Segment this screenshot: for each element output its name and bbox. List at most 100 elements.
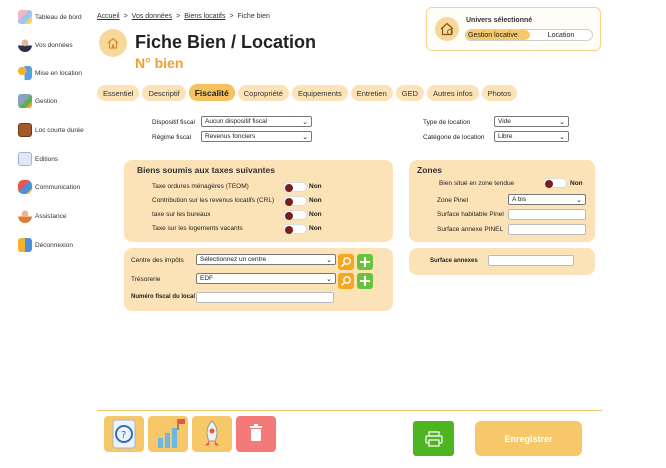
chevron-down-icon: ⌄	[302, 119, 308, 126]
surface-annexe-input[interactable]	[508, 224, 586, 235]
vacants-toggle[interactable]	[283, 224, 307, 234]
dispositif-select[interactable]: Aucun dispositif fiscal ⌄	[201, 116, 312, 127]
surface-annexe-label: Surface annexe PINEL	[437, 226, 504, 233]
tab-bar: Essentiel Descriptif Fiscalité Coproprié…	[97, 84, 517, 101]
universe-toggle[interactable]: Gestion locative Location	[465, 29, 593, 41]
tab-ged[interactable]: GED	[395, 85, 425, 101]
sidebar-item-label: Assistance	[35, 212, 67, 220]
bureaux-toggle[interactable]	[283, 210, 307, 220]
tab-autres-infos[interactable]: Autres infos	[427, 85, 479, 101]
sidebar-item-label: Tableau de bord	[35, 13, 82, 21]
tresorerie-add-button[interactable]	[357, 273, 373, 289]
zones-panel-title: Zones	[417, 165, 443, 175]
surface-habitable-label: Surface habitable Pinel	[437, 211, 504, 218]
sidebar-item-management[interactable]: Gestion	[18, 92, 57, 110]
user-icon	[18, 38, 32, 52]
vacants-label: Taxe sur les logements vacants	[152, 225, 243, 232]
sidebar-item-label: Loc courte durée	[35, 126, 84, 134]
chat-icon	[18, 180, 32, 194]
sidebar-item-support[interactable]: Assistance	[18, 207, 66, 225]
sidebar-item-editions[interactable]: Editions	[18, 150, 58, 168]
teom-state: Non	[309, 183, 322, 190]
teom-toggle[interactable]	[283, 182, 307, 192]
suitcase-icon	[18, 123, 32, 137]
sidebar-item-dashboard[interactable]: Tableau de bord	[18, 8, 82, 26]
sidebar-item-label: Gestion	[35, 97, 58, 105]
logout-icon	[18, 238, 32, 252]
zone-tendue-state: Non	[570, 180, 583, 187]
help-icon: ?	[112, 419, 136, 449]
breadcrumb-current: Fiche bien	[237, 13, 270, 20]
type-location-label: Type de location	[423, 119, 471, 126]
save-button[interactable]: Enregistrer	[475, 421, 582, 456]
tab-photos[interactable]: Photos	[481, 85, 517, 101]
dispositif-label: Dispositif fiscal	[152, 119, 195, 126]
regime-select[interactable]: Revenus fonciers ⌄	[201, 131, 312, 142]
page-subtitle: N° bien	[135, 55, 184, 71]
breadcrumb-home[interactable]: Accueil	[97, 13, 120, 20]
chevron-down-icon: ⌄	[559, 134, 565, 141]
sidebar-item-label: Déconnexion	[35, 241, 73, 249]
centre-impots-select[interactable]: Sélectionnez un centre ⌄	[196, 254, 336, 265]
sidebar-item-logout[interactable]: Déconnexion	[18, 236, 73, 254]
numero-fiscal-input[interactable]	[196, 292, 334, 303]
rocket-button[interactable]	[192, 416, 232, 452]
tab-essentiel[interactable]: Essentiel	[97, 85, 140, 101]
key-icon	[18, 66, 32, 80]
breadcrumb: Accueil > Vos données > Biens locatifs > Fiche…	[97, 13, 270, 20]
sidebar-item-data[interactable]: Vos données	[18, 36, 73, 54]
tab-copropriete[interactable]: Copropriété	[237, 85, 289, 101]
universe-label: Univers sélectionné	[466, 17, 533, 24]
print-button[interactable]	[413, 421, 454, 456]
sidebar-item-label: Vos données	[35, 41, 73, 49]
centre-add-button[interactable]	[357, 254, 373, 270]
sidebar-item-rental[interactable]: Mise en location	[18, 64, 82, 82]
chevron-down-icon: ⌄	[559, 119, 565, 126]
universe-option-location[interactable]: Location	[530, 30, 592, 40]
search-icon	[340, 257, 351, 268]
centre-search-button[interactable]	[338, 254, 354, 270]
universe-option-gestion[interactable]: Gestion locative	[466, 30, 530, 40]
sidebar-item-label: Editions	[35, 155, 59, 163]
zone-tendue-label: Bien situé en zone tendue	[439, 180, 515, 187]
plus-icon	[360, 276, 370, 286]
universe-house-icon	[435, 17, 459, 41]
surface-annexes-input[interactable]	[488, 255, 574, 266]
zone-tendue-toggle[interactable]	[543, 178, 567, 188]
sidebar-item-label: Communication	[35, 183, 81, 191]
help-button[interactable]: ?	[104, 416, 144, 452]
sidebar-item-label: Mise en location	[35, 69, 82, 77]
tab-equipements[interactable]: Equipements	[291, 85, 348, 101]
tab-entretien[interactable]: Entretien	[350, 85, 393, 101]
breadcrumb-data[interactable]: Vos données	[132, 13, 172, 20]
delete-button[interactable]	[236, 416, 276, 452]
dashboard-icon	[18, 10, 32, 24]
tresorerie-search-button[interactable]	[338, 273, 354, 289]
chevron-down-icon: ⌄	[302, 134, 308, 141]
numero-fiscal-label: Numéro fiscal du local	[131, 294, 196, 300]
type-location-select[interactable]: Vide ⌄	[494, 116, 569, 127]
tab-descriptif[interactable]: Descriptif	[142, 85, 186, 101]
sidebar-item-communication[interactable]: Communication	[18, 178, 80, 196]
sidebar-item-short-rental[interactable]: Loc courte durée	[18, 121, 84, 139]
flag-chart-icon	[158, 419, 185, 448]
support-icon	[18, 209, 32, 223]
breadcrumb-properties[interactable]: Biens locatifs	[184, 13, 225, 20]
surface-habitable-input[interactable]	[508, 209, 586, 220]
crl-toggle[interactable]	[283, 196, 307, 206]
search-icon	[340, 276, 351, 287]
chevron-down-icon: ⌄	[326, 276, 332, 283]
sidebar: Tableau de bord Vos données Mise en loca…	[0, 0, 92, 468]
centre-impots-label: Centre des impôts	[131, 257, 184, 264]
categorie-select[interactable]: Libre ⌄	[494, 131, 569, 142]
page-title: Fiche Bien / Location	[135, 32, 317, 52]
tresorerie-select[interactable]: EDF ⌄	[196, 273, 336, 284]
surface-annexes-label: Surface annexes	[430, 258, 478, 264]
tab-fiscalite[interactable]: Fiscalité	[188, 84, 235, 101]
zone-pinel-select[interactable]: A bis ⌄	[508, 194, 586, 205]
plus-icon	[360, 257, 370, 267]
house-icon	[99, 29, 127, 57]
svg-text:?: ?	[121, 430, 126, 441]
universe-selector: Univers sélectionné Gestion locative Loc…	[426, 7, 601, 51]
stats-button[interactable]	[148, 416, 188, 452]
